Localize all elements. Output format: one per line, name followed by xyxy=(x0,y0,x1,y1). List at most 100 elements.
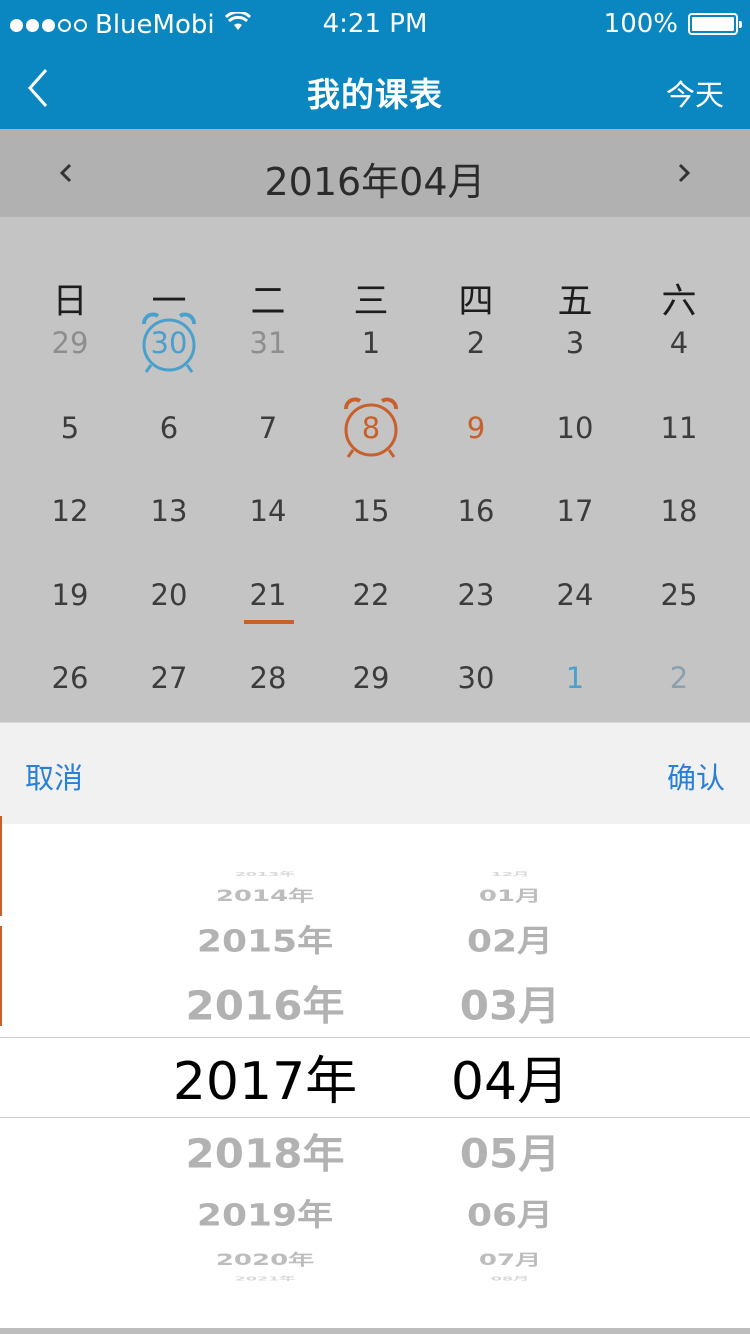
day-number: 19 xyxy=(51,578,89,612)
calendar-day[interactable]: 20 xyxy=(124,560,214,630)
calendar-day[interactable]: 30 xyxy=(431,643,521,713)
calendar-day[interactable]: 26 xyxy=(25,643,115,713)
calendar-day[interactable]: 31 xyxy=(223,308,313,378)
picker-year-option[interactable]: 2019年 xyxy=(150,1200,380,1232)
day-number: 22 xyxy=(352,578,390,612)
day-number: 2 xyxy=(669,661,689,695)
calendar-day[interactable]: 13 xyxy=(124,476,214,546)
day-number: 27 xyxy=(150,661,188,695)
page-title: 我的课表 xyxy=(307,75,443,114)
picker-year-option[interactable]: 2018年 xyxy=(150,1134,380,1174)
calendar-day[interactable]: 25 xyxy=(634,560,724,630)
day-number: 15 xyxy=(352,494,390,528)
picker-month-option[interactable]: 03月 xyxy=(400,986,620,1026)
calendar-day[interactable]: 30 xyxy=(124,308,214,378)
day-number: 30 xyxy=(150,326,188,360)
calendar-day[interactable]: 17 xyxy=(530,476,620,546)
day-number: 18 xyxy=(660,494,698,528)
battery-percent: 100% xyxy=(603,9,678,39)
next-month-button[interactable] xyxy=(672,157,696,189)
calendar-day[interactable]: 4 xyxy=(634,308,724,378)
calendar-day[interactable]: 28 xyxy=(223,643,313,713)
calendar-grid: 日一二三四五六 29 30 31 1 2 3 4 5 6 7 8 9 10 11 12 13 14 15 16 17 18… xyxy=(0,217,750,722)
picker-year-option[interactable]: 2017年 xyxy=(150,1056,380,1108)
battery-icon xyxy=(688,13,742,35)
picker-year-option[interactable]: 2021年 xyxy=(150,1276,380,1282)
picker-month-option[interactable]: 07月 xyxy=(400,1252,620,1268)
day-number: 20 xyxy=(150,578,188,612)
calendar-day[interactable]: 21 xyxy=(223,560,313,630)
day-number: 14 xyxy=(249,494,287,528)
calendar-day[interactable]: 29 xyxy=(25,308,115,378)
picker-year-option[interactable]: 2015年 xyxy=(150,926,380,958)
day-number: 10 xyxy=(556,411,594,445)
day-number: 26 xyxy=(51,661,89,695)
calendar-day[interactable]: 8 xyxy=(326,393,416,463)
day-number: 16 xyxy=(457,494,495,528)
picker-toolbar: 取消 确认 xyxy=(0,722,750,825)
today-underline xyxy=(244,620,294,624)
day-number: 13 xyxy=(150,494,188,528)
day-number: 25 xyxy=(660,578,698,612)
calendar-day[interactable]: 2 xyxy=(634,643,724,713)
edge-indicator xyxy=(0,816,2,916)
picker-month-option[interactable]: 06月 xyxy=(400,1200,620,1232)
cancel-button[interactable]: 取消 xyxy=(25,755,83,797)
calendar-day[interactable]: 3 xyxy=(530,308,620,378)
day-number: 8 xyxy=(361,411,381,445)
calendar-day[interactable]: 19 xyxy=(25,560,115,630)
calendar-day[interactable]: 6 xyxy=(124,393,214,463)
battery-area: 100% xyxy=(603,9,742,39)
calendar-day[interactable]: 12 xyxy=(25,476,115,546)
day-number: 31 xyxy=(249,326,287,360)
picker-year-option[interactable]: 2016年 xyxy=(150,986,380,1026)
day-number: 29 xyxy=(352,661,390,695)
edge-indicator xyxy=(0,926,2,1026)
selection-line-top xyxy=(0,1037,750,1038)
calendar-day[interactable]: 9 xyxy=(431,393,521,463)
chevron-right-icon xyxy=(678,163,691,183)
picker-year-option[interactable]: 2020年 xyxy=(150,1252,380,1268)
date-picker[interactable]: 2013年 2014年 2015年 2016年 2017年 2018年 2019年 2020年… xyxy=(0,824,750,1334)
calendar-day[interactable]: 5 xyxy=(25,393,115,463)
picker-year-option[interactable]: 2014年 xyxy=(150,888,380,904)
today-button[interactable]: 今天 xyxy=(666,72,724,114)
bottom-divider xyxy=(0,1328,750,1334)
day-number: 21 xyxy=(249,578,287,612)
month-header: 2016年04月 xyxy=(0,129,750,217)
confirm-button[interactable]: 确认 xyxy=(667,755,725,797)
day-number: 23 xyxy=(457,578,495,612)
picker-year-option[interactable]: 2013年 xyxy=(150,871,380,877)
calendar-day[interactable]: 29 xyxy=(326,643,416,713)
selection-line-bottom xyxy=(0,1117,750,1118)
calendar-day[interactable]: 10 xyxy=(530,393,620,463)
calendar-day[interactable]: 27 xyxy=(124,643,214,713)
day-number: 11 xyxy=(660,411,698,445)
day-number: 30 xyxy=(457,661,495,695)
calendar-day[interactable]: 23 xyxy=(431,560,521,630)
calendar-day[interactable]: 2 xyxy=(431,308,521,378)
picker-month-option[interactable]: 02月 xyxy=(400,926,620,958)
picker-month-option[interactable]: 05月 xyxy=(400,1134,620,1174)
calendar-day[interactable]: 18 xyxy=(634,476,724,546)
day-number: 29 xyxy=(51,326,89,360)
picker-month-option[interactable]: 04月 xyxy=(400,1056,620,1108)
day-number: 1 xyxy=(361,326,381,360)
day-number: 2 xyxy=(466,326,486,360)
month-label[interactable]: 2016年04月 xyxy=(0,151,750,206)
calendar-day[interactable]: 1 xyxy=(530,643,620,713)
calendar-day[interactable]: 22 xyxy=(326,560,416,630)
picker-month-option[interactable]: 01月 xyxy=(400,888,620,904)
calendar-day[interactable]: 11 xyxy=(634,393,724,463)
day-number: 7 xyxy=(258,411,278,445)
calendar-day[interactable]: 14 xyxy=(223,476,313,546)
calendar-day[interactable]: 24 xyxy=(530,560,620,630)
calendar-day[interactable]: 16 xyxy=(431,476,521,546)
picker-month-option[interactable]: 12月 xyxy=(400,871,620,877)
day-number: 6 xyxy=(159,411,179,445)
calendar-day[interactable]: 1 xyxy=(326,308,416,378)
picker-month-option[interactable]: 08月 xyxy=(400,1276,620,1282)
day-number: 9 xyxy=(466,411,486,445)
calendar-day[interactable]: 15 xyxy=(326,476,416,546)
calendar-day[interactable]: 7 xyxy=(223,393,313,463)
